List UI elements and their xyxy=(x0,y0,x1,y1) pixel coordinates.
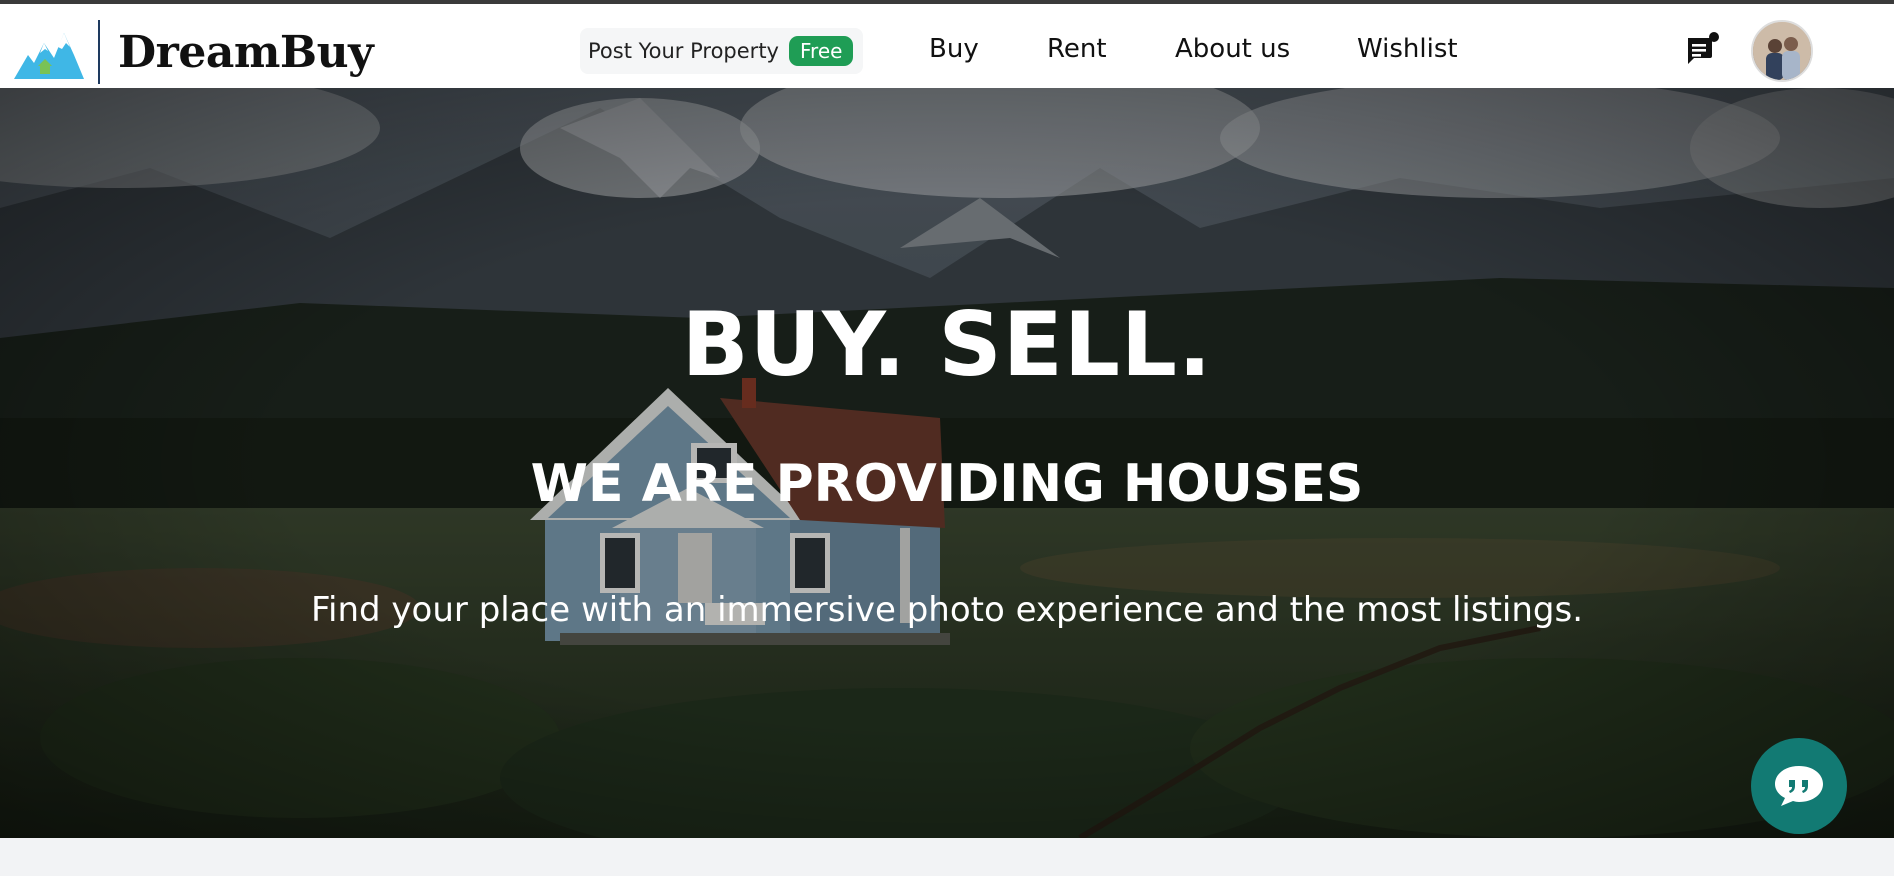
hero-section: BUY. SELL. WE ARE PROVIDING HOUSES Find … xyxy=(0,88,1894,838)
nav-buy[interactable]: Buy xyxy=(929,34,979,64)
post-property-label: Post Your Property xyxy=(588,39,779,63)
chat-widget-button[interactable] xyxy=(1751,738,1847,834)
free-badge: Free xyxy=(788,36,854,66)
logo-link[interactable]: DreamBuy xyxy=(14,20,374,84)
hero-title: BUY. SELL. xyxy=(681,293,1213,396)
brand-name: DreamBuy xyxy=(118,26,374,78)
hero-description: Find your place with an immersive photo … xyxy=(310,590,1584,630)
nav-about-us[interactable]: About us xyxy=(1175,34,1290,64)
hero-subtitle: WE ARE PROVIDING HOUSES xyxy=(530,454,1364,514)
nav-wishlist[interactable]: Wishlist xyxy=(1357,34,1458,64)
avatar-photo-icon xyxy=(1753,22,1811,80)
post-property-button[interactable]: Post Your Property Free xyxy=(580,28,864,74)
mountain-logo-icon xyxy=(14,33,84,79)
logo-divider xyxy=(98,20,100,84)
nav-rent[interactable]: Rent xyxy=(1047,34,1107,64)
chat-notification-icon[interactable] xyxy=(1686,32,1720,66)
user-avatar[interactable] xyxy=(1751,20,1813,82)
quote-chat-icon xyxy=(1775,766,1823,806)
site-header: DreamBuy Post Your Property Free Buy Ren… xyxy=(0,4,1894,88)
